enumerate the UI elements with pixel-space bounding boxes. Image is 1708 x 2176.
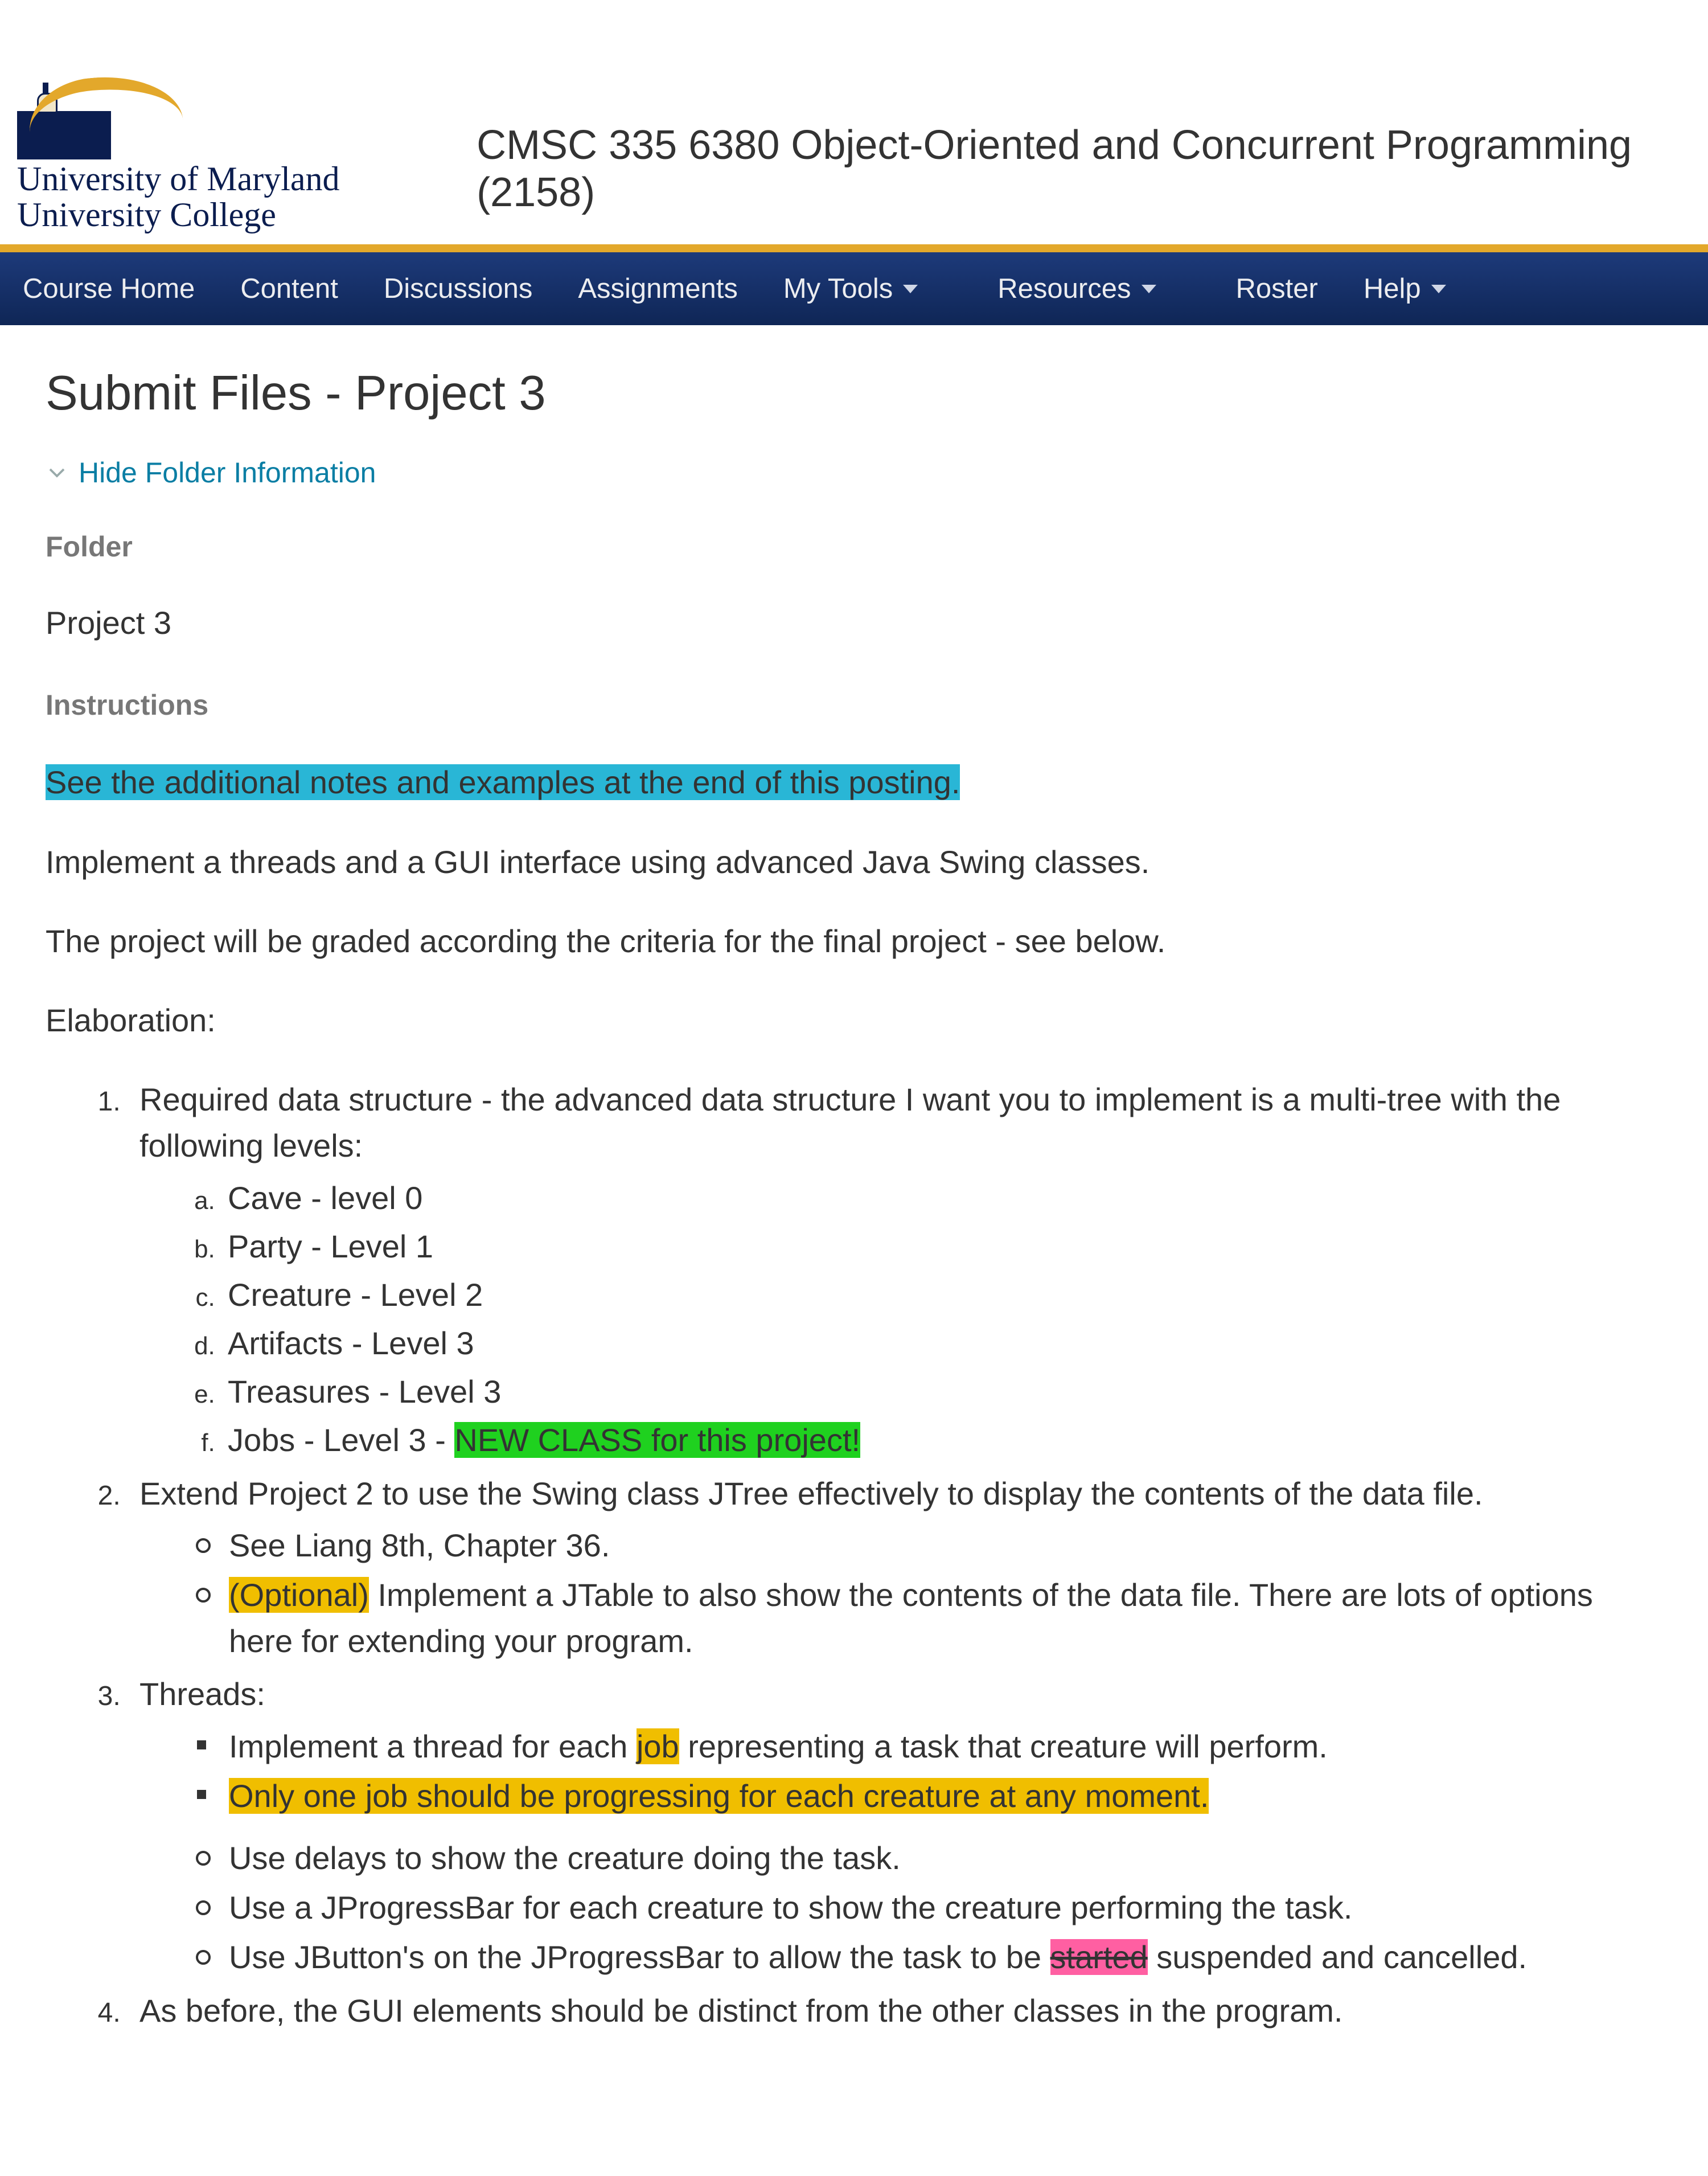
list-item: Threads: Implement a thread for each job… <box>128 1671 1662 1980</box>
chevron-down-icon <box>1431 285 1446 293</box>
instructions-paragraph: Implement a threads and a GUI interface … <box>46 839 1662 885</box>
header-divider <box>0 244 1708 252</box>
list-item: Use delays to show the creature doing th… <box>222 1835 1662 1881</box>
list-text: Implement a JTable to also show the cont… <box>229 1577 1593 1659</box>
nav-roster[interactable]: Roster <box>1213 252 1341 325</box>
highlighted-text: See the additional notes and examples at… <box>46 764 960 800</box>
list-item: Required data structure - the advanced d… <box>128 1076 1662 1464</box>
list-item: Treasures - Level 3 <box>222 1368 1662 1415</box>
elaboration-list: Required data structure - the advanced d… <box>46 1076 1662 2034</box>
levels-list: Cave - level 0 Party - Level 1 Creature … <box>139 1175 1662 1464</box>
nav-assignments[interactable]: Assignments <box>555 252 761 325</box>
nav-label: Content <box>240 269 338 309</box>
main-nav: Course Home Content Discussions Assignme… <box>0 252 1708 325</box>
list-item: Use a JProgressBar for each creature to … <box>222 1884 1662 1931</box>
logo-text-line2: University College <box>17 197 437 233</box>
nav-resources[interactable]: Resources <box>975 252 1213 325</box>
list-item: Creature - Level 2 <box>222 1272 1662 1318</box>
instructions-body: See the additional notes and examples at… <box>46 759 1662 2033</box>
chevron-down-icon <box>903 285 918 293</box>
list-item: Implement a thread for each job represen… <box>222 1723 1662 1769</box>
list-item: Party - Level 1 <box>222 1223 1662 1269</box>
list-text: Use JButton's on the JProgressBar to all… <box>229 1939 1050 1975</box>
list-item: Only one job should be progressing for e… <box>222 1773 1662 1819</box>
highlighted-text: (Optional) <box>229 1577 369 1613</box>
nav-content[interactable]: Content <box>217 252 361 325</box>
course-title: CMSC 335 6380 Object-Oriented and Concur… <box>437 110 1691 216</box>
list-item: Jobs - Level 3 - NEW CLASS for this proj… <box>222 1417 1662 1463</box>
folder-name: Project 3 <box>46 601 1662 645</box>
toggle-folder-info[interactable]: Hide Folder Information <box>46 453 1662 493</box>
highlighted-text: Only one job should be progressing for e… <box>229 1778 1209 1814</box>
list-item: Cave - level 0 <box>222 1175 1662 1221</box>
page-title: Submit Files - Project 3 <box>46 359 1662 427</box>
instructions-paragraph: The project will be graded according the… <box>46 918 1662 964</box>
chevron-down-icon <box>46 461 68 484</box>
list-text: Jobs - Level 3 - <box>228 1422 454 1458</box>
content-area: Submit Files - Project 3 Hide Folder Inf… <box>0 325 1708 2109</box>
nav-my-tools[interactable]: My Tools <box>761 252 975 325</box>
folder-label: Folder <box>46 527 1662 567</box>
instructions-paragraph: Elaboration: <box>46 997 1662 1043</box>
sub-list: Use delays to show the creature doing th… <box>139 1835 1662 1981</box>
toggle-label: Hide Folder Information <box>79 453 376 493</box>
list-text: Threads: <box>139 1676 265 1712</box>
list-text: Extend Project 2 to use the Swing class … <box>139 1476 1483 1511</box>
list-item: Extend Project 2 to use the Swing class … <box>128 1470 1662 1665</box>
nav-label: Course Home <box>23 269 195 309</box>
sub-list: Implement a thread for each job represen… <box>139 1723 1662 1819</box>
chevron-down-icon <box>1142 285 1156 293</box>
list-item: (Optional) Implement a JTable to also sh… <box>222 1572 1662 1664</box>
nav-label: Roster <box>1236 269 1318 309</box>
list-text: Required data structure - the advanced d… <box>139 1081 1561 1163</box>
instructions-intro: See the additional notes and examples at… <box>46 759 1662 805</box>
nav-label: Resources <box>997 269 1131 309</box>
instructions-label: Instructions <box>46 685 1662 725</box>
nav-course-home[interactable]: Course Home <box>0 252 217 325</box>
list-text: representing a task that creature will p… <box>679 1728 1328 1764</box>
strikethrough-text: started <box>1050 1939 1148 1975</box>
page-header: University of Maryland University Colleg… <box>0 80 1708 244</box>
nav-label: Assignments <box>578 269 738 309</box>
list-item: Artifacts - Level 3 <box>222 1320 1662 1366</box>
list-text: Implement a thread for each <box>229 1728 637 1764</box>
institution-logo[interactable]: University of Maryland University Colleg… <box>17 94 437 233</box>
list-text: suspended and cancelled. <box>1148 1939 1527 1975</box>
logo-emblem-icon <box>17 100 111 157</box>
list-item: Use JButton's on the JProgressBar to all… <box>222 1934 1662 1980</box>
logo-text-line1: University of Maryland <box>17 161 437 197</box>
list-item: As before, the GUI elements should be di… <box>128 1988 1662 2034</box>
highlighted-text: job <box>637 1728 679 1764</box>
sub-list: See Liang 8th, Chapter 36. (Optional) Im… <box>139 1522 1662 1665</box>
nav-label: Discussions <box>384 269 532 309</box>
nav-help[interactable]: Help <box>1341 252 1469 325</box>
nav-discussions[interactable]: Discussions <box>361 252 555 325</box>
nav-label: Help <box>1364 269 1421 309</box>
list-item: See Liang 8th, Chapter 36. <box>222 1522 1662 1568</box>
nav-label: My Tools <box>783 269 893 309</box>
highlighted-text: NEW CLASS for this project! <box>454 1422 860 1458</box>
